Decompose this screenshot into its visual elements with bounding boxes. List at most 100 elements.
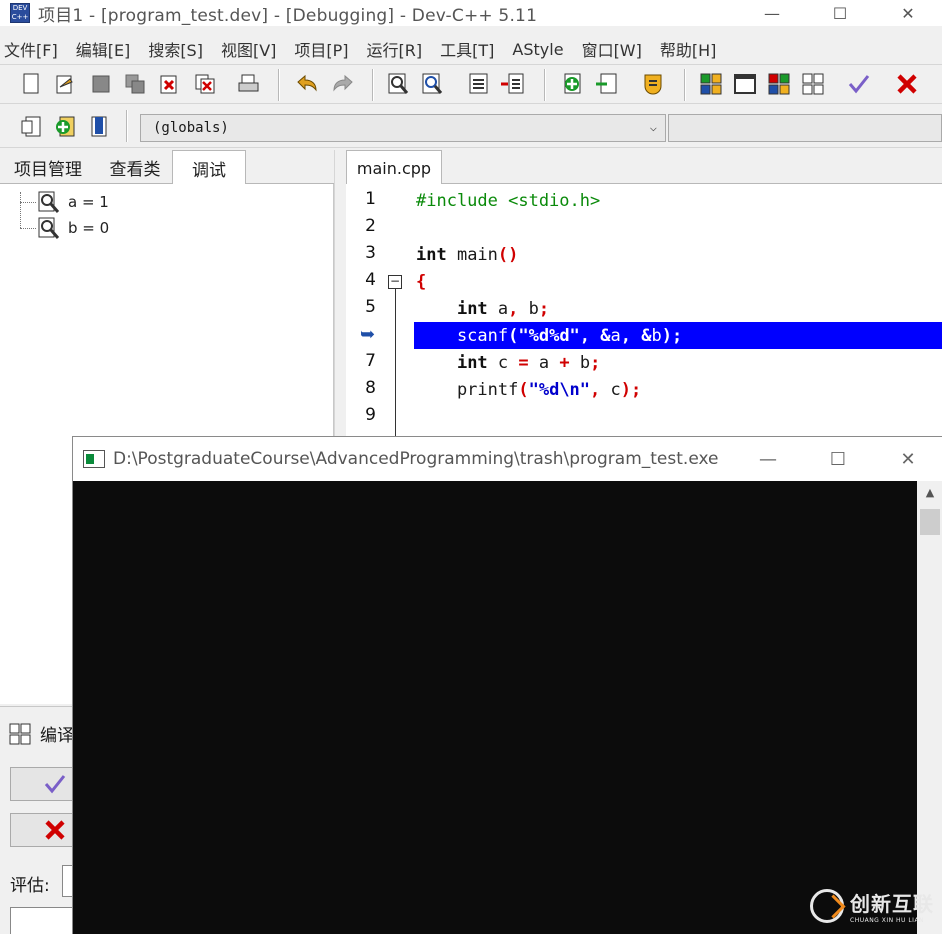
window-title: 项目1 - [program_test.dev] - [Debugging] -…: [38, 5, 538, 26]
fold-toggle[interactable]: −: [388, 275, 402, 289]
new-file-icon[interactable]: [18, 71, 44, 97]
code-editor[interactable]: 1 2 3 4 5 ➥ 7 8 9 − #include <stdio.h> i…: [346, 184, 942, 440]
insert-icon[interactable]: [18, 114, 44, 140]
code-token: ;: [538, 299, 550, 319]
save-icon[interactable]: [88, 71, 114, 97]
compile-icon[interactable]: [698, 71, 724, 97]
function-dropdown[interactable]: [668, 114, 942, 142]
code-token: );: [661, 326, 683, 346]
menu-help[interactable]: 帮助[H]: [660, 37, 717, 61]
replace-icon[interactable]: [420, 71, 446, 97]
code-token: ,: [579, 326, 591, 346]
stop-execution-icon[interactable]: [894, 71, 920, 97]
tab-compiler[interactable]: 编译: [8, 721, 74, 746]
watch-value: a = 1: [68, 193, 109, 211]
code-token: );: [620, 380, 642, 400]
check-icon: [44, 775, 66, 794]
console-window-controls: — ☐ ✕: [733, 437, 942, 481]
close-file-icon[interactable]: [156, 71, 182, 97]
menu-project[interactable]: 项目[P]: [294, 37, 348, 61]
rebuild-all-icon[interactable]: [800, 71, 826, 97]
console-window[interactable]: D:\PostgraduateCourse\AdvancedProgrammin…: [72, 436, 942, 934]
menu-tools[interactable]: 工具[T]: [440, 37, 494, 61]
window-controls: — ☐ ✕: [738, 0, 942, 26]
watch-value: b = 0: [68, 219, 110, 237]
code-token: int: [416, 245, 447, 265]
watch-item[interactable]: b = 0: [20, 216, 109, 240]
debug-current-line-icon: ➥: [360, 324, 376, 345]
code-token: {: [416, 272, 427, 292]
toolbar-separator: [126, 110, 128, 142]
console-maximize-button[interactable]: ☐: [803, 437, 873, 481]
open-file-icon[interactable]: [52, 71, 78, 97]
code-token: &: [600, 326, 611, 346]
menu-file[interactable]: 文件[F]: [4, 37, 58, 61]
console-scrollbar[interactable]: ▲: [917, 481, 942, 934]
menu-run[interactable]: 运行[R]: [367, 37, 423, 61]
syntax-check-icon[interactable]: [846, 71, 872, 97]
code-token: (: [508, 326, 519, 346]
tab-debug[interactable]: 调试: [172, 150, 246, 185]
console-close-button[interactable]: ✕: [873, 437, 942, 481]
left-panel-tabs: 项目管理 查看类 调试: [0, 150, 340, 185]
undo-icon[interactable]: [294, 71, 320, 97]
maximize-button[interactable]: ☐: [806, 0, 874, 26]
redo-icon[interactable]: [330, 71, 356, 97]
watermark-text: 创新互联 CHUANG XIN HU LIAN: [850, 888, 934, 924]
scroll-thumb[interactable]: [920, 509, 940, 535]
menu-bar: 文件[F] 编辑[E] 搜索[S] 视图[V] 项目[P] 运行[R] 工具[T…: [0, 36, 942, 62]
tab-classes[interactable]: 查看类: [98, 150, 172, 184]
watch-variable-icon: [38, 191, 60, 213]
scope-value: (globals): [153, 120, 229, 136]
project-options-icon[interactable]: [640, 71, 666, 97]
toolbar-separator: [372, 69, 374, 101]
print-icon[interactable]: [236, 71, 262, 97]
toolbar-separator: [278, 69, 280, 101]
scroll-up-icon[interactable]: ▲: [917, 481, 942, 505]
menu-search[interactable]: 搜索[S]: [148, 37, 203, 61]
watermark: 创新互联 CHUANG XIN HU LIAN: [810, 888, 934, 924]
code-token: int: [456, 299, 488, 319]
line-number: 1: [365, 189, 376, 209]
close-button[interactable]: ✕: [874, 0, 942, 26]
code-line-7: int c = a + b;: [456, 353, 601, 373]
watermark-subtitle: CHUANG XIN HU LIAN: [850, 917, 925, 924]
scope-dropdown[interactable]: (globals) ⌵: [140, 114, 666, 142]
panel-splitter[interactable]: [334, 150, 346, 440]
code-token: =: [518, 353, 529, 373]
goto-function-icon[interactable]: [500, 71, 526, 97]
console-minimize-button[interactable]: —: [733, 437, 803, 481]
line-number: 8: [365, 378, 376, 398]
code-token: &: [641, 326, 652, 346]
code-token: ,: [508, 299, 519, 319]
save-all-icon[interactable]: [122, 71, 148, 97]
line-number: 2: [365, 216, 376, 236]
close-all-icon[interactable]: [192, 71, 218, 97]
fold-guide: [395, 289, 396, 440]
tab-main-cpp[interactable]: main.cpp: [346, 150, 442, 185]
evaluate-label: 评估:: [10, 876, 50, 896]
goto-line-icon[interactable]: [466, 71, 492, 97]
menu-view[interactable]: 视图[V]: [221, 37, 276, 61]
compile-run-icon[interactable]: [766, 71, 792, 97]
editor-tabs: main.cpp: [346, 150, 942, 185]
console-output[interactable]: [73, 481, 917, 934]
code-token: "%d\n": [528, 380, 591, 400]
menu-edit[interactable]: 编辑[E]: [76, 37, 131, 61]
secondary-toolbar: (globals) ⌵: [0, 106, 942, 148]
add-to-project-icon[interactable]: [560, 71, 586, 97]
code-token: (: [518, 380, 529, 400]
code-token: +: [559, 353, 570, 373]
remove-from-project-icon[interactable]: [594, 71, 620, 97]
code-token: (): [497, 245, 519, 265]
toggle-bookmark-icon[interactable]: [52, 114, 78, 140]
tab-project[interactable]: 项目管理: [0, 150, 96, 184]
goto-bookmark-icon[interactable]: [86, 114, 112, 140]
menu-window[interactable]: 窗口[W]: [582, 37, 642, 61]
watch-item[interactable]: a = 1: [20, 190, 109, 214]
minimize-button[interactable]: —: [738, 0, 806, 26]
tree-branch: [20, 201, 36, 203]
run-icon[interactable]: [732, 71, 758, 97]
find-icon[interactable]: [386, 71, 412, 97]
menu-astyle[interactable]: AStyle: [512, 40, 563, 59]
